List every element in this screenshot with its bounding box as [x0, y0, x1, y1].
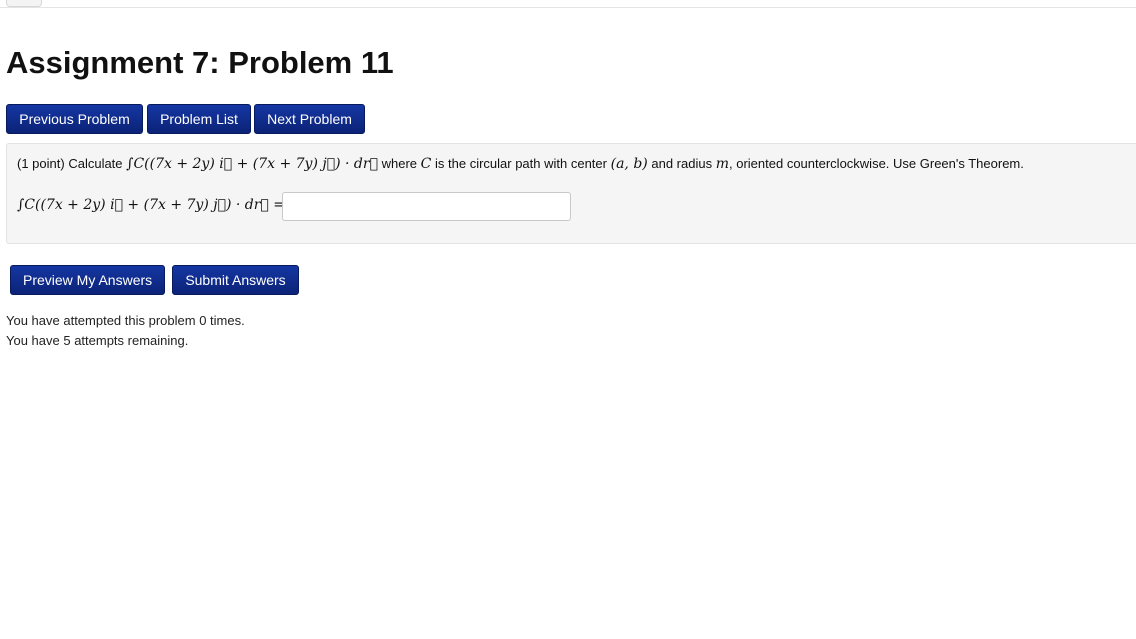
previous-problem-button[interactable]: Previous Problem	[6, 104, 143, 134]
problem-body: (1 point) Calculate ∫C((7x + 2y) i⃗ + (7…	[6, 143, 1136, 244]
top-tab[interactable]	[6, 0, 42, 7]
attempts-remaining-text: You have 5 attempts remaining.	[6, 333, 189, 348]
answer-input[interactable]	[282, 192, 571, 221]
calculate-word: Calculate	[68, 156, 123, 171]
radius-symbol: m	[715, 156, 729, 172]
circle-center: (a, b)	[610, 156, 648, 172]
problem-statement: (1 point) Calculate ∫C((7x + 2y) i⃗ + (7…	[17, 156, 1024, 172]
curve-symbol: C	[420, 156, 432, 172]
problem-instructions: , oriented counterclockwise. Use Green's…	[729, 156, 1024, 171]
top-bar	[0, 0, 1136, 8]
radius-text: and radius	[651, 156, 713, 171]
next-problem-button[interactable]: Next Problem	[254, 104, 365, 134]
preview-answers-button[interactable]: Preview My Answers	[10, 265, 165, 295]
attempts-info: You have attempted this problem 0 times.…	[6, 311, 245, 351]
where-text: where	[381, 156, 418, 171]
attempts-count-text: You have attempted this problem 0 times.	[6, 313, 245, 328]
problem-list-button[interactable]: Problem List	[147, 104, 251, 134]
answer-label: ∫C((7x + 2y) i⃗ + (7x + 7y) j⃗) · dr⃗ =	[17, 197, 286, 213]
line-integral-expression: ∫C((7x + 2y) i⃗ + (7x + 7y) j⃗) · dr⃗	[126, 156, 378, 172]
path-description: is the circular path with center	[435, 156, 607, 171]
submit-answers-button[interactable]: Submit Answers	[172, 265, 299, 295]
problem-points: (1 point)	[17, 156, 65, 171]
page-title: Assignment 7: Problem 11	[6, 45, 394, 80]
